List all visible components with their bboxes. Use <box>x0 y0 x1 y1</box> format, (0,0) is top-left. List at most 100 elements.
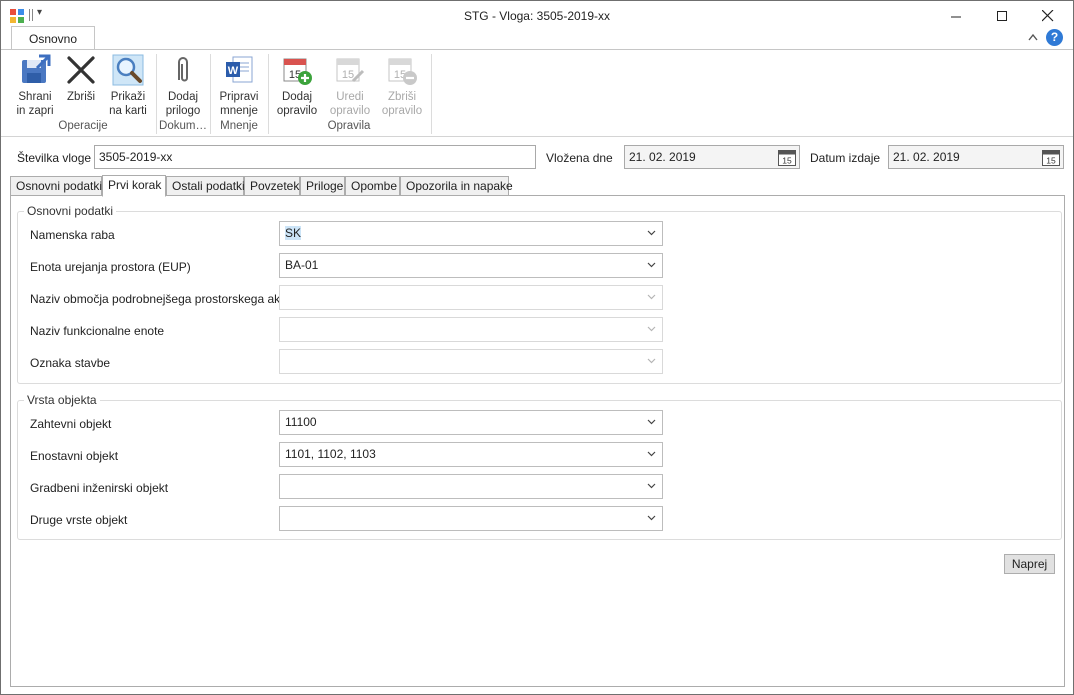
field-label-namenska-raba: Namenska raba <box>30 228 115 242</box>
field-label-naziv-obmocja: Naziv območja podrobnejšega prostorskega… <box>30 292 291 306</box>
vlozena-dne-label: Vložena dne <box>546 151 613 165</box>
shrani-line1: Shrani <box>18 91 52 103</box>
magnifier-icon <box>112 54 144 86</box>
field-label-eup: Enota urejanja prostora (EUP) <box>30 260 191 274</box>
stevilka-vloge-input[interactable]: 3505-2019-xx <box>94 145 536 169</box>
combo-value: 11100 <box>285 415 317 429</box>
chevron-down-icon <box>647 483 656 489</box>
combo-value: SK <box>285 226 302 240</box>
group-label-mnenje: Mnenje <box>220 120 258 132</box>
zbrisi-button[interactable]: Zbriši <box>61 54 101 118</box>
vlozena-dne-value: 21. 02. 2019 <box>629 150 696 164</box>
paperclip-icon <box>178 57 188 82</box>
chevron-down-icon <box>647 294 656 300</box>
app-window: ▾ STG - Vloga: 3505-2019-xx Osnovno ? Sh… <box>0 0 1074 695</box>
tab-opozorila-in-napake[interactable]: Opozorila in napake <box>400 176 513 196</box>
calendar-edit-icon: 15 <box>336 58 365 83</box>
combo-value: 1101, 1102, 1103 <box>285 447 376 461</box>
field-label-enostavni-objekt: Enostavni objekt <box>30 449 119 463</box>
help-icon[interactable]: ? <box>1046 29 1063 46</box>
uredi-line2: opravilo <box>329 105 371 117</box>
chevron-down-icon <box>647 419 656 425</box>
collapse-ribbon-icon[interactable] <box>1027 32 1039 42</box>
svg-text:15: 15 <box>782 156 792 166</box>
naziv-funkcionalne-enote-combo[interactable] <box>279 317 663 342</box>
zbrisi-opravilo-line1: Zbriši <box>387 91 417 103</box>
group-label-opravila: Opravila <box>327 120 371 132</box>
calendar-icon[interactable]: 15 <box>778 149 796 166</box>
field-label-gradbeni-inzenirski-objekt: Gradbeni inženirski objekt <box>30 481 169 495</box>
prikazi-line1: Prikaži <box>110 91 146 103</box>
tab-content-prvi-korak: Osnovni podatki Namenska raba SK Enota u… <box>10 195 1065 687</box>
calendar-icon[interactable]: 15 <box>1042 149 1060 166</box>
field-label-oznaka-stavbe: Oznaka stavbe <box>30 356 111 370</box>
ribbon-separator <box>431 54 432 134</box>
zahtevni-objekt-combo[interactable]: 11100 <box>279 410 663 435</box>
uredi-opravilo-button[interactable]: 15 Uredi opravilo <box>327 54 373 118</box>
prikazi-line2: na karti <box>109 105 147 117</box>
close-icon <box>1042 10 1054 22</box>
svg-text:W: W <box>228 65 239 77</box>
pripravi-mnenje-button[interactable]: W Pripravi mnenje <box>215 54 263 118</box>
tab-osnovni-podatki[interactable]: Osnovni podatki <box>10 176 102 196</box>
shrani-in-zapri-button[interactable]: Shrani in zapri <box>13 54 57 118</box>
shrani-line2: in zapri <box>16 105 54 117</box>
groupbox-title: Vrsta objekta <box>24 393 100 407</box>
naprej-button[interactable]: Naprej <box>1004 554 1055 574</box>
zbrisi-line1: Zbriši <box>66 91 96 103</box>
naziv-obmocja-combo[interactable] <box>279 285 663 310</box>
groupbox-title: Osnovni podatki <box>24 204 117 218</box>
dodaj-prilogo-line2: prilogo <box>165 105 201 117</box>
prikazi-na-karti-button[interactable]: Prikaži na karti <box>105 54 151 118</box>
delete-x-icon <box>67 56 95 84</box>
dodaj-opravilo-button[interactable]: 15 Dodaj opravilo <box>273 54 321 118</box>
enostavni-objekt-combo[interactable]: 1101, 1102, 1103 <box>279 442 663 467</box>
combo-value: BA-01 <box>285 258 319 272</box>
calendar-remove-icon: 15 <box>388 58 417 85</box>
ribbon-tab-osnovno[interactable]: Osnovno <box>11 26 95 51</box>
tab-prvi-korak[interactable]: Prvi korak <box>102 175 166 197</box>
tab-povzetek[interactable]: Povzetek <box>244 176 300 196</box>
datum-izdaje-input[interactable]: 21. 02. 2019 15 <box>888 145 1064 169</box>
field-label-naziv-funkcionalne-enote: Naziv funkcionalne enote <box>30 324 165 338</box>
field-label-zahtevni-objekt: Zahtevni objekt <box>30 417 112 431</box>
druge-vrste-objekt-combo[interactable] <box>279 506 663 531</box>
group-label-dokumenti: Dokum… <box>159 120 207 132</box>
field-label-druge-vrste-objekt: Druge vrste objekt <box>30 513 128 527</box>
dodaj-prilogo-button[interactable]: Dodaj prilogo <box>161 54 205 118</box>
ribbon: Shrani in zapri Zbriši Prikaži na karti … <box>1 49 1073 137</box>
chevron-down-icon <box>647 262 656 268</box>
save-close-icon <box>22 54 51 83</box>
svg-text:15: 15 <box>342 69 354 81</box>
ribbon-tab-row: Osnovno ? <box>1 25 1073 51</box>
tab-ostali-podatki[interactable]: Ostali podatki <box>166 176 245 196</box>
window-title: STG - Vloga: 3505-2019-xx <box>463 9 611 23</box>
chevron-down-icon <box>647 451 656 457</box>
maximize-icon <box>996 10 1007 21</box>
word-document-icon: W <box>226 56 253 83</box>
zbrisi-opravilo-line2: opravilo <box>381 105 423 117</box>
dodaj-opravilo-line2: opravilo <box>276 105 318 117</box>
vlozena-dne-input[interactable]: 21. 02. 2019 15 <box>624 145 800 169</box>
pripravi-line1: Pripravi <box>219 91 259 103</box>
chevron-down-icon <box>647 326 656 332</box>
pripravi-line2: mnenje <box>220 105 258 117</box>
uredi-line1: Uredi <box>336 91 364 103</box>
stevilka-vloge-label: Številka vloge <box>17 151 92 165</box>
minimize-icon <box>950 16 961 17</box>
gradbeni-inzenirski-objekt-combo[interactable] <box>279 474 663 499</box>
chevron-down-icon <box>647 230 656 236</box>
group-label-operacije: Operacije <box>58 120 108 132</box>
datum-izdaje-value: 21. 02. 2019 <box>893 150 960 164</box>
tab-opombe[interactable]: Opombe <box>345 176 400 196</box>
namenska-raba-combo[interactable]: SK <box>279 221 663 246</box>
datum-izdaje-label: Datum izdaje <box>810 151 881 165</box>
calendar-add-icon: 15 <box>283 58 312 85</box>
tab-priloge[interactable]: Priloge <box>300 176 345 196</box>
chevron-down-icon <box>647 358 656 364</box>
chevron-down-icon <box>647 515 656 521</box>
oznaka-stavbe-combo[interactable] <box>279 349 663 374</box>
dodaj-prilogo-line1: Dodaj <box>167 91 199 103</box>
eup-combo[interactable]: BA-01 <box>279 253 663 278</box>
zbrisi-opravilo-button[interactable]: 15 Zbriši opravilo <box>379 54 425 118</box>
